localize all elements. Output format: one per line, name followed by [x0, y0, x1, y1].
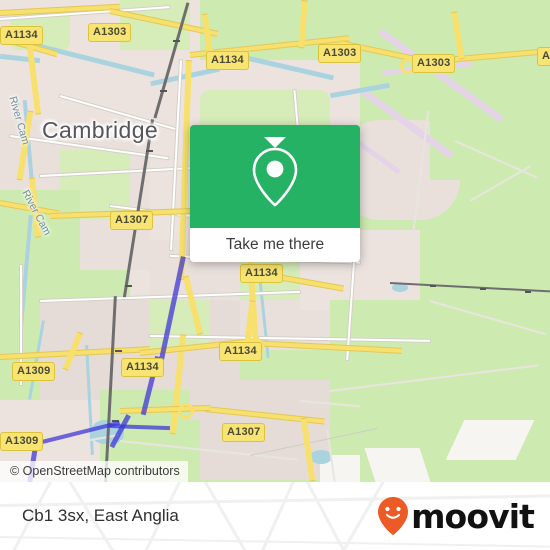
location-title: Cb1 3sx, East Anglia — [22, 506, 179, 525]
osm-attribution: © OpenStreetMap contributors — [0, 461, 188, 482]
road-shield[interactable]: A1309 — [0, 432, 44, 451]
map-canvas[interactable]: Cambridge River Cam River Cam A1134 A130… — [0, 0, 550, 482]
road-shield[interactable]: A1134 — [219, 342, 262, 361]
moovit-wordmark: moovit — [411, 496, 535, 536]
road-shield[interactable]: A1309 — [12, 362, 56, 381]
moovit-map-screenshot: Cambridge River Cam River Cam A1134 A130… — [0, 0, 550, 550]
road-shield[interactable]: A1303 — [88, 23, 132, 42]
popup-cta-label: Take me there — [225, 236, 325, 253]
road-shield[interactable]: A1303 — [318, 44, 362, 63]
footer-bar: Cb1 3sx, East Anglia moovit — [0, 482, 550, 550]
footer-watermark — [305, 482, 348, 550]
moovit-logo[interactable]: moovit — [377, 482, 535, 550]
popup-pointer — [264, 137, 286, 148]
road-shield[interactable]: A1307 — [110, 211, 154, 230]
moovit-smiley-pin-icon — [378, 497, 409, 535]
road-shield[interactable]: A1134 — [240, 264, 283, 283]
road-shield[interactable]: A1303 — [537, 47, 550, 66]
map-pin-icon — [252, 147, 298, 207]
road-shield[interactable]: A1134 — [0, 26, 43, 45]
road-shield[interactable]: A1134 — [121, 358, 164, 377]
road-shield[interactable]: A1303 — [412, 54, 456, 73]
road-shield[interactable]: A1134 — [206, 51, 249, 70]
road-shield[interactable]: A1307 — [222, 423, 266, 442]
popup-cta-button[interactable]: Take me there — [190, 228, 360, 262]
